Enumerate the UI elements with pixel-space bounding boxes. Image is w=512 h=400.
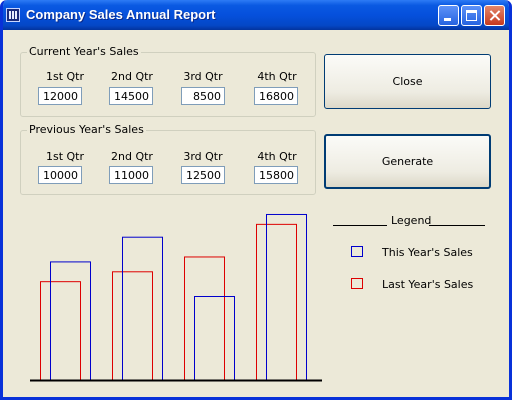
bar-this-year-q1 — [50, 261, 91, 382]
bar-last-year-q1 — [40, 281, 81, 382]
bar-this-year-q4 — [266, 213, 307, 381]
bar-this-year-q2 — [122, 236, 163, 381]
this-year-swatch — [351, 246, 363, 257]
bar-this-year-q3 — [194, 296, 235, 381]
legend-rule-left — [333, 225, 387, 226]
legend-rule-right — [429, 225, 485, 226]
sales-bar-chart — [30, 213, 322, 382]
last-year-swatch — [351, 278, 363, 289]
bar-last-year-q3 — [184, 256, 225, 381]
bar-last-year-q2 — [112, 271, 153, 382]
last-year-legend-label: Last Year's Sales — [382, 278, 474, 291]
this-year-legend-label: This Year's Sales — [382, 246, 473, 259]
bar-last-year-q4 — [256, 223, 297, 381]
legend-title: Legend — [391, 214, 432, 227]
legend-header: Legend — [333, 212, 485, 228]
